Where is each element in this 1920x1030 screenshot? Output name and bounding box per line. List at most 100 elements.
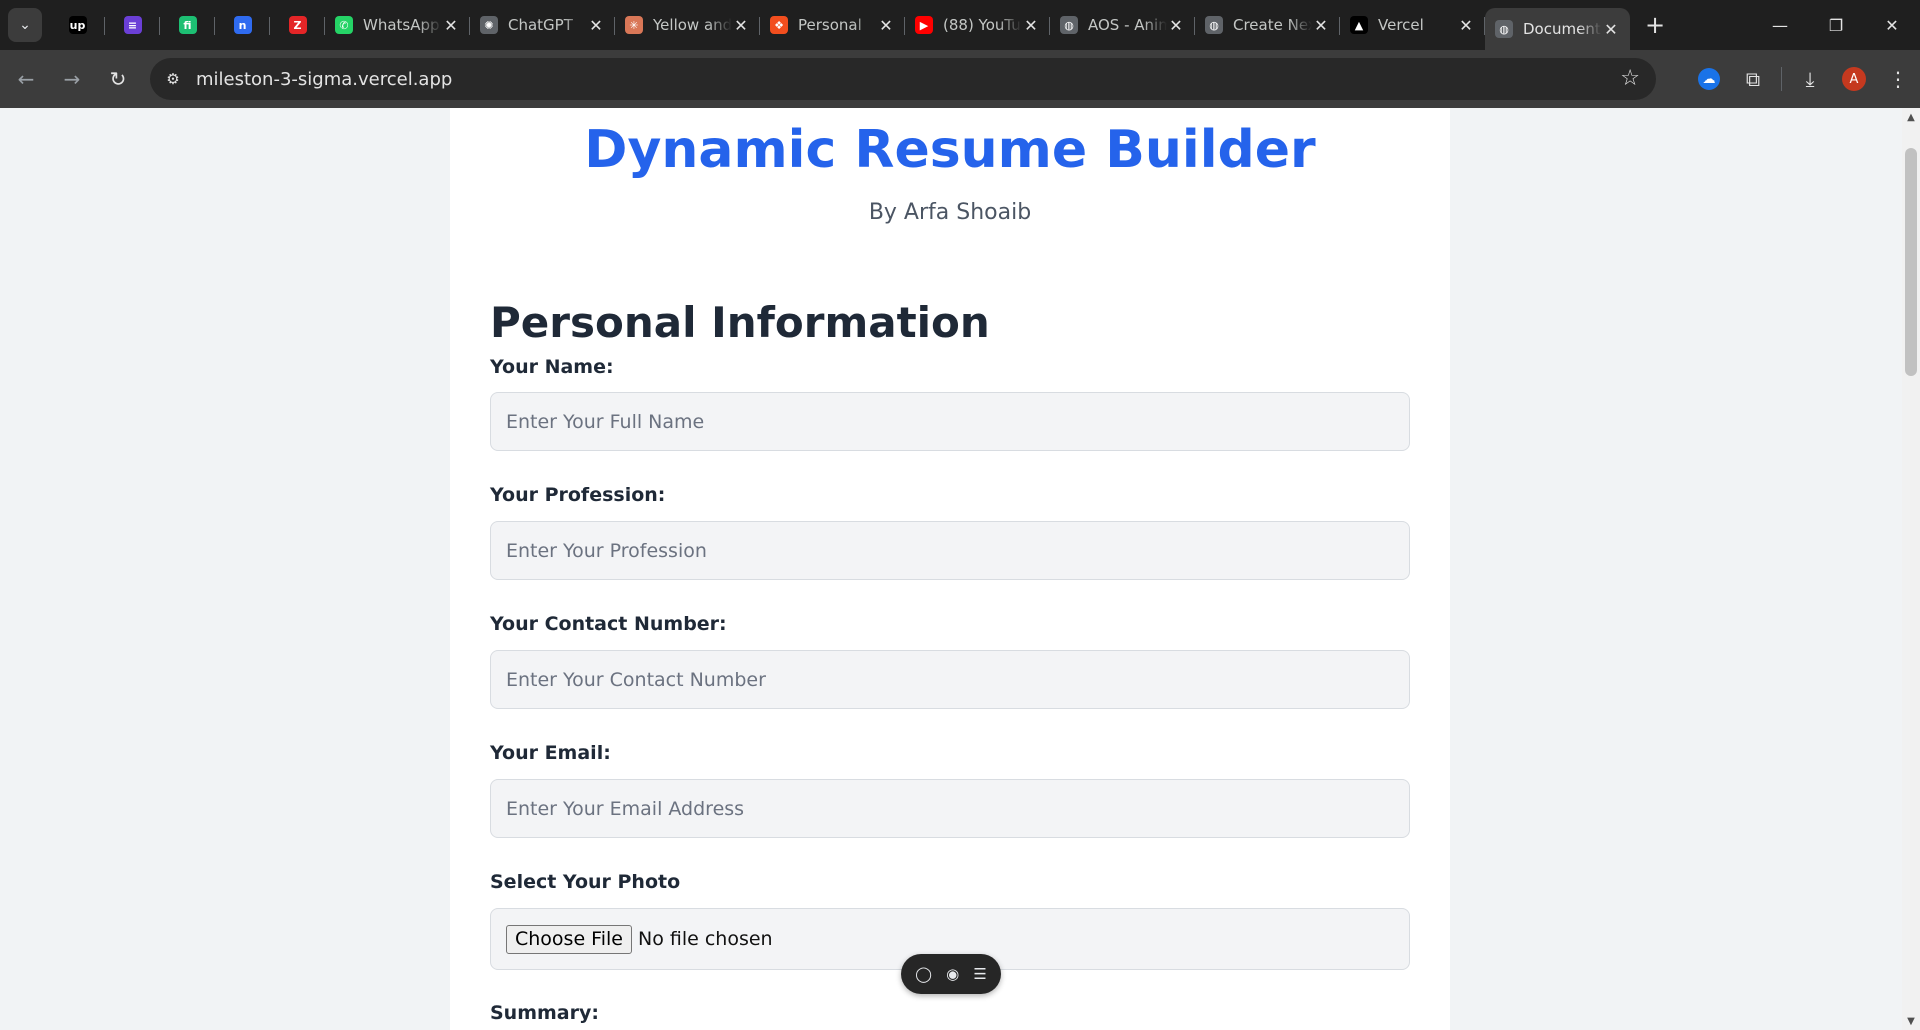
scroll-down-arrow-icon[interactable]: ▼ [1902,1012,1920,1030]
url-text[interactable]: mileston-3-sigma.vercel.app [196,69,452,90]
tab-close-icon[interactable]: ✕ [1022,16,1040,35]
section-title-personal-information: Personal Information [490,298,990,347]
tab-title: WhatsApp [363,16,440,34]
tab-close-icon[interactable]: ✕ [1167,16,1185,35]
browser-tab[interactable]: ✆ WhatsApp ✕ [325,0,470,50]
tab-title: Create Next [1233,16,1312,34]
tabs-container: up ≡ fi n Z ✆ WhatsApp ✕ ✺ ChatGPT ✕ ✳ Yellow and ✕ ❖ P… [50,0,1630,50]
globe-icon: ◍ [1495,20,1513,38]
tab-title: Personal [798,16,862,34]
reload-button[interactable]: ↻ [98,59,138,99]
profession-label: Your Profession: [490,484,666,506]
contact-input[interactable] [490,650,1410,709]
photo-label: Select Your Photo [490,871,681,893]
address-bar[interactable]: ⚙ mileston-3-sigma.vercel.app ☆ [150,58,1656,100]
contact-label: Your Contact Number: [490,613,727,635]
more-vertical-icon: ⋮ [1888,67,1908,91]
toolbar-divider [1781,67,1782,91]
back-button[interactable]: ← [6,59,46,99]
restore-icon: ❐ [1828,15,1844,35]
globe-icon: ◍ [1205,16,1223,34]
profession-input[interactable] [490,521,1410,580]
cloud-extension-button[interactable]: ☁ [1687,57,1731,101]
restore-button[interactable]: ❐ [1808,0,1864,50]
summary-label: Summary: [490,1002,599,1024]
vercel-icon: ▲ [1350,16,1368,34]
fiverr-icon: fi [178,16,197,34]
email-input[interactable] [490,779,1410,838]
new-tab-button[interactable]: + [1640,10,1670,40]
site-info-button[interactable]: ⚙ [158,64,188,94]
globe-icon: ◍ [1060,16,1078,34]
choose-file-button[interactable]: Choose File [506,924,632,954]
chatgpt-icon: ✺ [480,16,498,34]
tune-icon: ⚙ [166,70,180,88]
page-viewport: Dynamic Resume Builder By Arfa Shoaib Pe… [0,108,1902,1030]
chevron-down-icon: ⌄ [19,17,31,33]
browser-tab[interactable]: ✺ ChatGPT ✕ [470,0,615,50]
tab-title: AOS - Animate [1088,16,1167,34]
extensions-button[interactable]: ⧉ [1731,57,1775,101]
arrow-left-icon: ← [17,67,35,91]
file-status-text: No file chosen [637,928,773,950]
comment-icon[interactable]: ◯ [915,965,932,983]
page-title: Dynamic Resume Builder [584,120,1316,180]
forward-button[interactable]: → [52,59,92,99]
pinned-tab[interactable]: ≡ [105,0,160,50]
browser-tab[interactable]: ✳ Yellow and ✕ [615,0,760,50]
browser-tab[interactable]: ▶ (88) YouTube✕ [905,0,1050,50]
page-subtitle: By Arfa Shoaib [868,200,1032,225]
download-icon: ⤓ [1805,67,1815,91]
scroll-up-arrow-icon[interactable]: ▲ [1902,108,1920,126]
browser-tab[interactable]: ❖ Personal ✕ [760,0,905,50]
tab-title: Yellow and [653,16,732,34]
floating-toolbar: ◯ ◉ ☰ [901,954,1001,994]
arrow-right-icon: → [63,67,81,91]
tab-title: ChatGPT [508,16,573,34]
resume-form-card: Dynamic Resume Builder By Arfa Shoaib Pe… [450,108,1450,1030]
close-window-button[interactable]: ✕ [1864,0,1920,50]
tab-close-icon[interactable]: ✕ [442,16,460,35]
browser-tab[interactable]: ◍ AOS - Animate✕ [1050,0,1195,50]
whatsapp-icon: ✆ [335,16,353,34]
minimize-button[interactable]: — [1752,0,1808,50]
upwork-icon: up [68,16,87,34]
tab-close-icon[interactable]: ✕ [1312,16,1330,35]
list-app-icon: ≡ [123,16,142,34]
downloads-button[interactable]: ⤓ [1788,57,1832,101]
bookmark-star-icon[interactable]: ☆ [1620,66,1640,91]
tab-strip: ⌄ up ≡ fi n Z ✆ WhatsApp ✕ ✺ ChatGPT ✕ ✳ Yellow and ✕… [0,0,1920,50]
tab-title: Vercel [1378,16,1424,34]
eye-toggle-icon[interactable]: ◉ [946,965,959,983]
menu-button[interactable]: ⋮ [1876,57,1920,101]
vertical-scrollbar[interactable]: ▲ ▼ [1902,108,1920,1030]
browser-tab[interactable]: ▲ Vercel ✕ [1340,0,1485,50]
pinned-tab[interactable]: fi [160,0,215,50]
pinned-tab[interactable]: up [50,0,105,50]
email-label: Your Email: [490,742,611,764]
notion-n-icon: n [233,16,252,34]
name-input[interactable] [490,392,1410,451]
pinned-tab[interactable]: Z [270,0,325,50]
figma-icon: ❖ [770,16,788,34]
browser-tab[interactable]: ◍ Create Next✕ [1195,0,1340,50]
tab-close-icon[interactable]: ✕ [1457,16,1475,35]
tab-close-icon[interactable]: ✕ [1602,20,1620,39]
plus-icon: + [1644,11,1666,39]
browser-tab[interactable]: ◍ Document ✕ [1485,8,1630,50]
tab-search-button[interactable]: ⌄ [8,8,42,42]
menu-lines-icon[interactable]: ☰ [973,965,986,983]
puzzle-icon: ⧉ [1745,67,1761,91]
tab-close-icon[interactable]: ✕ [732,16,750,35]
tab-close-icon[interactable]: ✕ [877,16,895,35]
pinned-tab[interactable]: n [215,0,270,50]
tab-close-icon[interactable]: ✕ [587,16,605,35]
profile-button[interactable]: A [1832,57,1876,101]
claude-icon: ✳ [625,16,643,34]
youtube-icon: ▶ [915,16,933,34]
close-icon: ✕ [1885,15,1899,35]
window-controls: — ❐ ✕ [1752,0,1920,50]
minimize-icon: — [1772,15,1788,35]
cloud-upload-icon: ☁ [1698,68,1720,90]
scrollbar-thumb[interactable] [1905,148,1917,376]
